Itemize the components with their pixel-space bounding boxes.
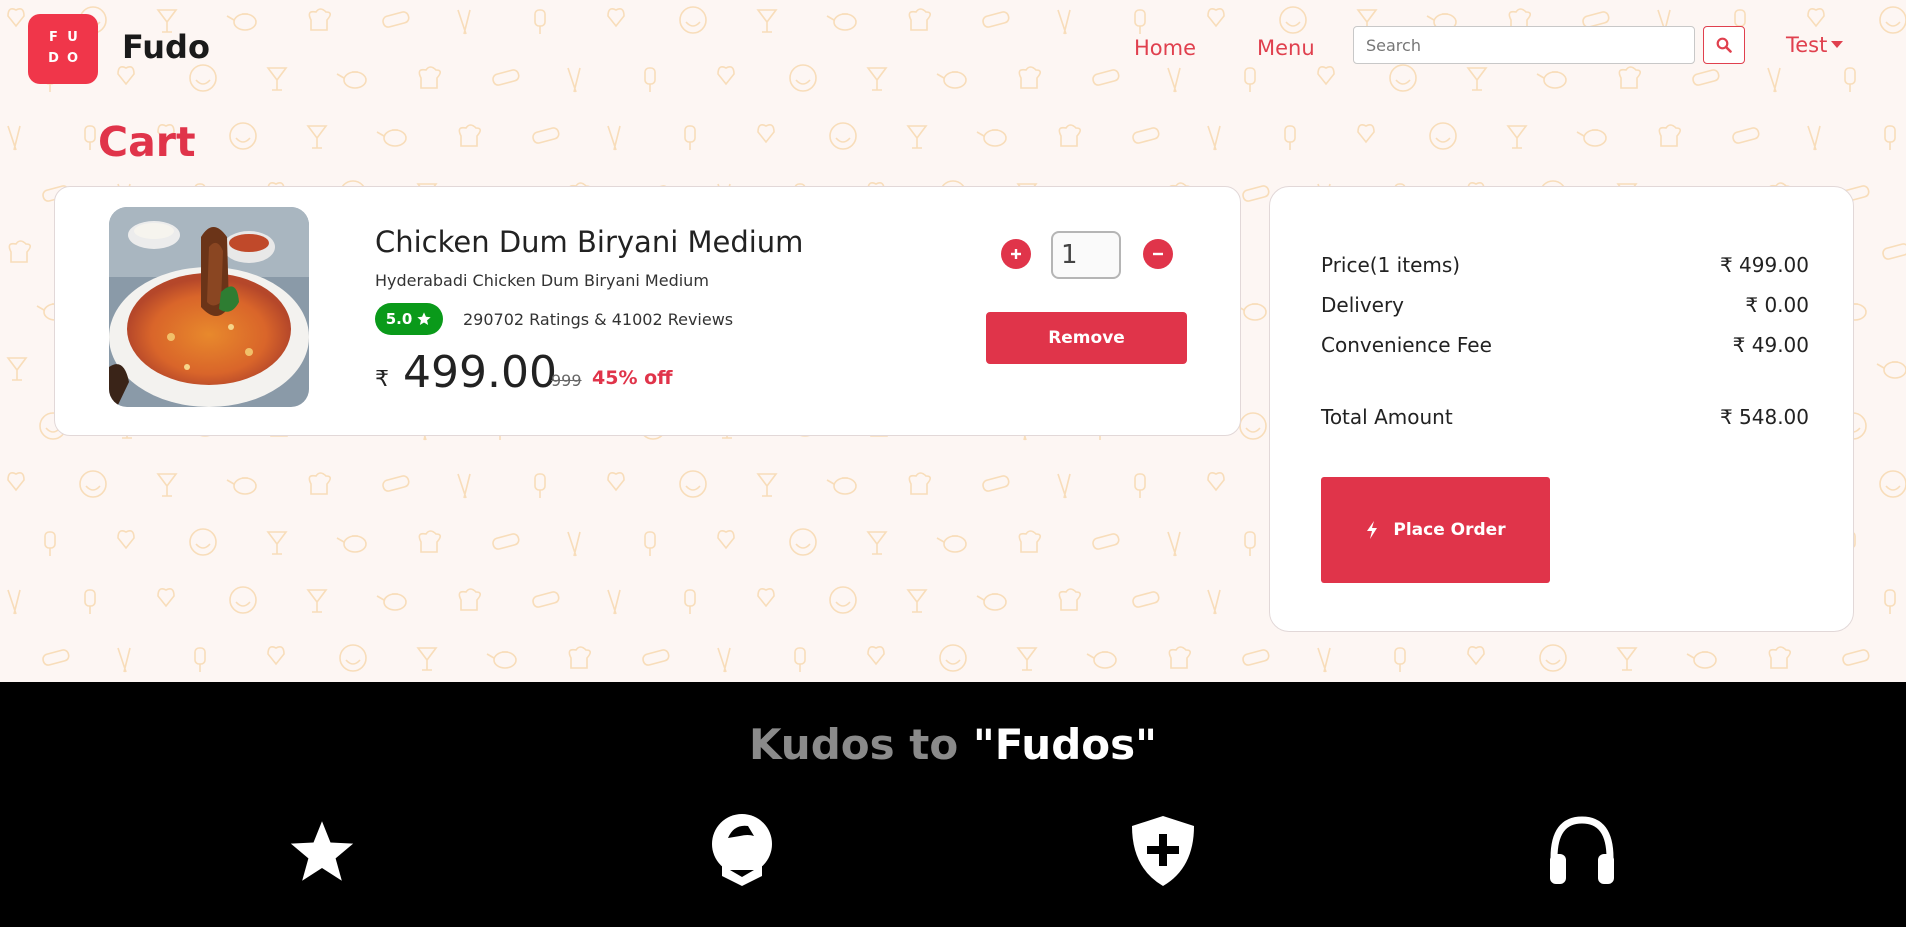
place-order-button[interactable]: Place Order (1321, 477, 1550, 583)
quantity-input[interactable] (1051, 231, 1121, 279)
cart-item-card: Chicken Dum Biryani Medium Hyderabadi Ch… (54, 186, 1241, 436)
logo-letter: U (67, 30, 78, 45)
summary-value: ₹ 499.00 (1719, 253, 1809, 277)
remove-button[interactable]: Remove (986, 312, 1187, 364)
page-title: Cart (98, 118, 196, 166)
order-summary-card: Price(1 items) ₹ 499.00 Delivery ₹ 0.00 … (1269, 186, 1854, 632)
search-button[interactable] (1703, 26, 1745, 64)
summary-label: Delivery (1321, 293, 1405, 317)
item-name[interactable]: Chicken Dum Biryani Medium (375, 225, 803, 259)
item-image (109, 207, 309, 407)
user-dropdown[interactable]: Test (1786, 33, 1844, 57)
search-icon (1716, 37, 1732, 53)
user-name: Test (1786, 33, 1828, 57)
summary-value: ₹ 0.00 (1745, 293, 1809, 317)
navbar: F U D O Fudo Home Menu Test (0, 0, 1906, 100)
rating-badge: 5.0 (375, 303, 443, 335)
summary-row-delivery: Delivery ₹ 0.00 (1321, 293, 1809, 317)
star-icon (290, 821, 354, 881)
original-price: 999 (551, 371, 582, 390)
summary-label: Convenience Fee (1321, 333, 1492, 357)
search-input[interactable] (1353, 26, 1695, 64)
biryani-image (109, 207, 309, 407)
total-value: ₹ 548.00 (1719, 405, 1809, 429)
total-label: Total Amount (1321, 405, 1453, 429)
item-description: Hyderabadi Chicken Dum Biryani Medium (375, 271, 709, 290)
kudos-prefix: Kudos to (749, 720, 973, 769)
currency-symbol: ₹ (375, 367, 389, 392)
summary-row-price: Price(1 items) ₹ 499.00 (1321, 253, 1809, 277)
minus-icon (1153, 252, 1163, 256)
increase-quantity-button[interactable] (1001, 239, 1031, 269)
kudos-highlight: "Fudos" (972, 720, 1157, 769)
rating-value: 5.0 (385, 310, 413, 328)
brand-name[interactable]: Fudo (122, 28, 210, 66)
footer: Kudos to "Fudos" (0, 682, 1906, 927)
summary-label: Price(1 items) (1321, 253, 1461, 277)
star-icon (417, 312, 431, 325)
logo[interactable]: F U D O (28, 14, 98, 84)
chef-hat-icon (712, 814, 772, 886)
item-price: 499.00 (403, 347, 557, 398)
headphones-icon (1550, 816, 1614, 884)
ratings-reviews-count: 290702 Ratings & 41002 Reviews (463, 310, 734, 329)
logo-letter: F (49, 30, 58, 45)
shield-plus-icon (1132, 816, 1194, 886)
summary-row-convenience-fee: Convenience Fee ₹ 49.00 (1321, 333, 1809, 357)
nav-link-menu[interactable]: Menu (1257, 36, 1315, 60)
discount-label: 45% off (592, 367, 673, 389)
logo-letter: O (66, 51, 79, 66)
caret-down-icon (1831, 40, 1844, 48)
kudos-heading: Kudos to "Fudos" (0, 720, 1906, 769)
decrease-quantity-button[interactable] (1143, 239, 1173, 269)
logo-letter: D (48, 51, 59, 66)
nav-link-home[interactable]: Home (1134, 36, 1196, 60)
plus-icon (1011, 249, 1021, 259)
summary-row-total: Total Amount ₹ 548.00 (1321, 405, 1809, 429)
lightning-icon (1367, 521, 1378, 539)
place-order-label: Place Order (1393, 520, 1506, 540)
summary-value: ₹ 49.00 (1732, 333, 1809, 357)
